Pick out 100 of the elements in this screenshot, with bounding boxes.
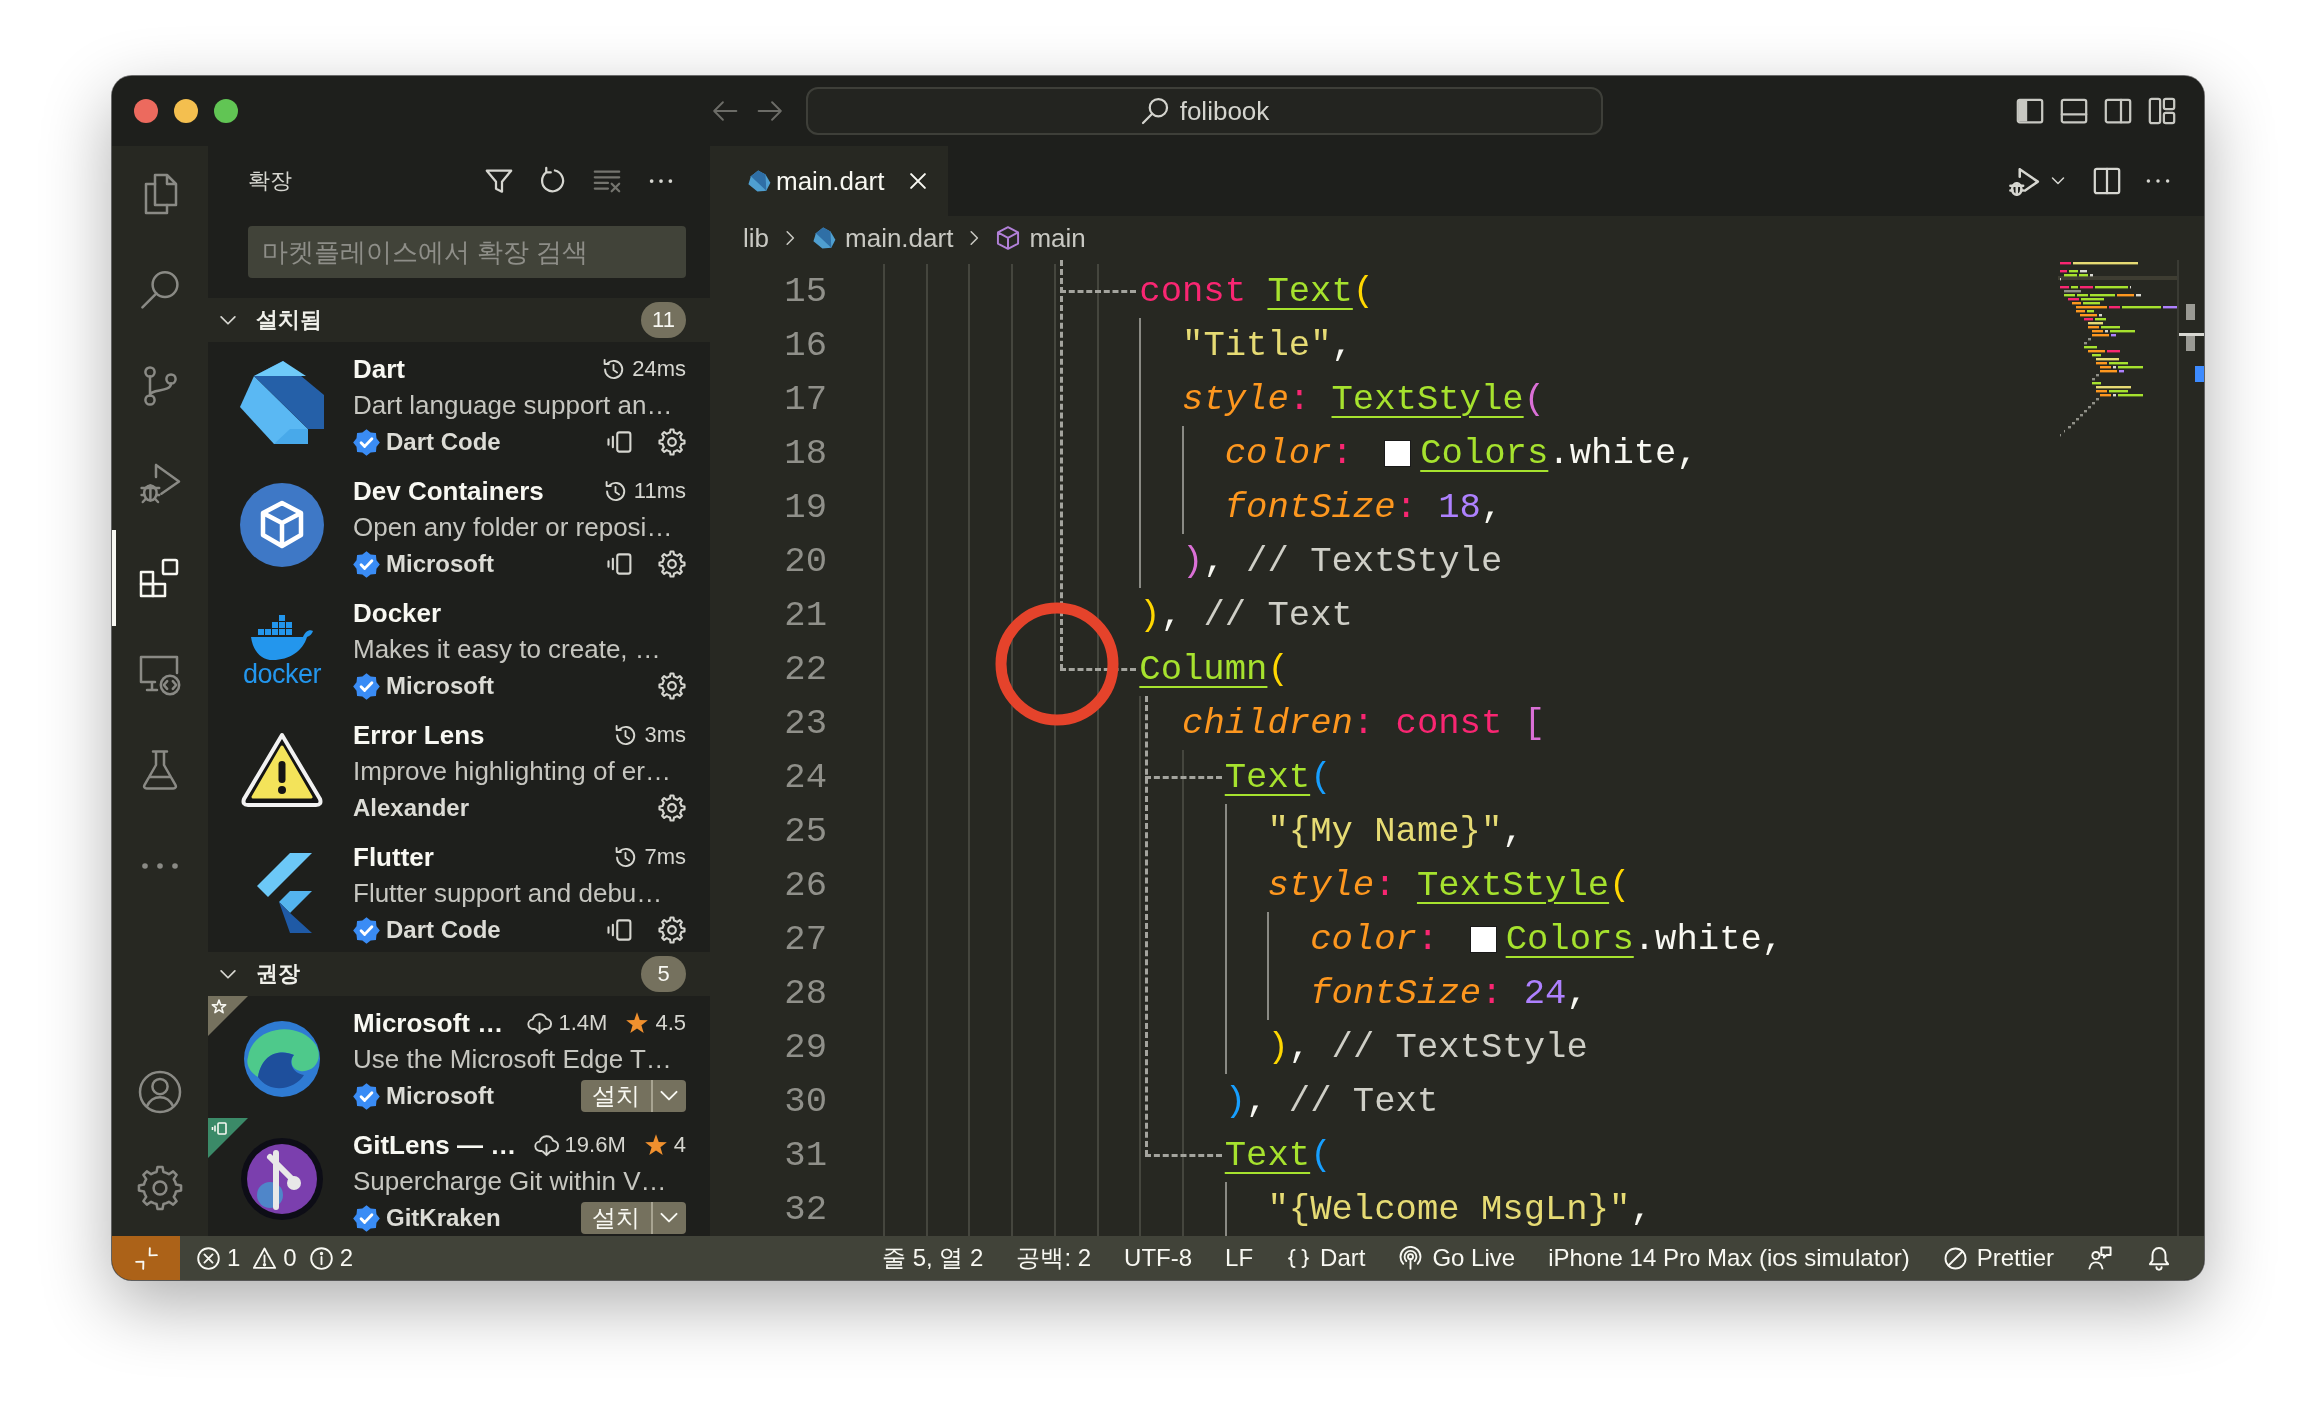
line-number: 18 (783, 432, 827, 474)
line-number: 30 (783, 1080, 827, 1122)
code-text: ), // Text (1139, 594, 1353, 636)
activation-time: 24ms (632, 356, 686, 382)
broadcast-icon (1398, 1245, 1424, 1271)
extension-description: Supercharge Git within V… (353, 1166, 667, 1197)
status-item[interactable]: Prettier (1942, 1244, 2054, 1272)
publisher-name: Alexander (353, 794, 470, 822)
color-swatch-icon[interactable] (1384, 439, 1412, 467)
line-number: 31 (783, 1134, 827, 1176)
code-text: Text( (1224, 1134, 1332, 1176)
error-count: 1 (227, 1244, 241, 1272)
editor-tab[interactable]: main.dart (710, 146, 948, 216)
publisher-name: Dart Code (386, 428, 501, 456)
sidebar-title: 확장 (248, 167, 292, 195)
dart-logo-icon (240, 361, 324, 445)
info-icon (308, 1245, 334, 1271)
rating: 4 (673, 1132, 686, 1158)
download-icon (533, 1132, 559, 1158)
download-icon (527, 1010, 553, 1036)
warning-count: 0 (283, 1244, 297, 1272)
status-item[interactable]: Dart (1286, 1244, 1366, 1272)
line-number: 23 (783, 702, 827, 744)
color-swatch-icon[interactable] (1469, 925, 1497, 953)
sidebar-toggle-icon[interactable] (2015, 96, 2045, 126)
whale-logo-icon (249, 613, 315, 661)
activation-time: 7ms (644, 844, 686, 870)
dart-file-icon (746, 168, 772, 194)
layout-grid-icon[interactable] (2147, 96, 2177, 126)
dart-file-icon (811, 225, 837, 251)
extension-description: Open any folder or reposi… (353, 512, 673, 543)
line-number: 24 (783, 756, 827, 798)
count-badge: 5 (641, 956, 686, 992)
line-number: 29 (783, 1026, 827, 1068)
split-view-icon[interactable] (2103, 96, 2133, 126)
close-window-button[interactable] (134, 99, 158, 123)
install-button[interactable]: 설치 (581, 1080, 651, 1112)
extension-description: Improve highlighting of er… (353, 756, 671, 787)
status-item[interactable]: UTF-8 (1124, 1244, 1193, 1272)
code-text: style: TextStyle( (1267, 864, 1631, 906)
extension-name: Dev Containers (353, 475, 544, 507)
extension-name: Error Lens (353, 719, 485, 751)
extension-name: GitLens — … (353, 1129, 517, 1161)
search-icon (1139, 96, 1170, 126)
close-icon[interactable] (907, 170, 929, 192)
search-field[interactable]: 마켓플레이스에서 확장 검색 (248, 226, 686, 278)
cube-icon (995, 225, 1022, 251)
minimize-window-button[interactable] (174, 99, 198, 123)
warning-icon (252, 1245, 278, 1271)
angle-brackets-icon (133, 1245, 159, 1271)
remote-button[interactable] (112, 1236, 180, 1280)
status-item[interactable]: 공백: 2 (1016, 1242, 1092, 1274)
extension-name: Dart (353, 353, 405, 385)
feedback-icon[interactable] (2087, 1245, 2113, 1271)
publisher-name: GitKraken (386, 1204, 501, 1232)
code-text: ), // TextStyle (1267, 1026, 1588, 1068)
code-text: ), // Text (1224, 1080, 1439, 1122)
panel-toggle-icon[interactable] (2059, 96, 2089, 126)
publisher-name: Microsoft (386, 550, 494, 578)
code-text: fontSize: 18, (1224, 486, 1503, 528)
publisher-name: Microsoft (386, 1082, 494, 1110)
extension-description: Dart language support an… (353, 390, 673, 421)
status-item[interactable]: Go Live (1398, 1244, 1516, 1272)
line-number: 16 (783, 324, 827, 366)
extension-description: Flutter support and debu… (353, 878, 663, 909)
breadcrumb[interactable]: lib (743, 222, 769, 254)
install-dropdown-button[interactable] (651, 1080, 686, 1112)
problems-button[interactable]: 1 0 2 (196, 1244, 360, 1272)
zoom-window-button[interactable] (214, 99, 238, 123)
branch-logo-icon (240, 1137, 324, 1221)
logo-wordmark: docker (242, 661, 321, 687)
code-text: Colors.white, (1505, 918, 1784, 960)
section-header[interactable]: 권장 5 (208, 952, 710, 996)
split-editor-icon[interactable] (2092, 166, 2122, 196)
code-text: "{My Name}", (1267, 810, 1524, 852)
star-icon (625, 1011, 650, 1035)
section-header[interactable]: 설치됨 11 (208, 298, 710, 342)
code-text: style: TextStyle( (1182, 378, 1545, 420)
star-icon (643, 1133, 668, 1157)
install-button[interactable]: 설치 (581, 1202, 651, 1234)
command-center[interactable]: folibook (806, 87, 1603, 135)
code-text: color: (1224, 432, 1354, 474)
extension-name: Docker (353, 597, 442, 629)
account-icon[interactable] (136, 1068, 184, 1116)
line-number: 20 (783, 540, 827, 582)
install-dropdown-button[interactable] (651, 1202, 686, 1234)
code-text: ), // TextStyle (1182, 540, 1503, 582)
activation-time: 3ms (644, 722, 686, 748)
bell-icon[interactable] (2146, 1245, 2172, 1271)
status-item[interactable]: LF (1225, 1244, 1254, 1272)
breadcrumb[interactable]: main.dart (811, 222, 954, 254)
publisher-name: Dart Code (386, 916, 501, 944)
line-number: 25 (783, 810, 827, 852)
code-text: "{Welcome MsgLn}", (1267, 1188, 1652, 1230)
status-item[interactable]: iPhone 14 Pro Max (ios simulator) (1548, 1244, 1910, 1272)
breadcrumb[interactable]: main (995, 222, 1086, 254)
extension-name: Microsoft … (353, 1007, 504, 1039)
status-item[interactable]: 줄 5, 열 2 (882, 1242, 984, 1274)
line-number: 17 (783, 378, 827, 420)
code-text: const Text( (1139, 270, 1375, 312)
